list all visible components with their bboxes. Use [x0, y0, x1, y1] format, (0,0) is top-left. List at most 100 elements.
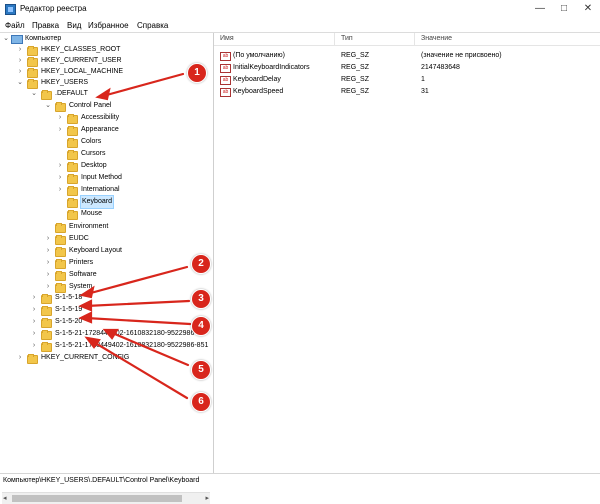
status-bar: Компьютер\HKEY_USERS\.DEFAULT\Control Pa…	[0, 473, 600, 489]
tree-node-label: Colors	[81, 138, 102, 145]
folder-icon	[67, 174, 78, 184]
expand-chevron-icon[interactable]: ›	[57, 112, 63, 124]
folder-icon	[41, 318, 52, 328]
expand-chevron-icon[interactable]: ›	[57, 160, 63, 172]
value-row[interactable]: ab InitialKeyboardIndicators REG_SZ 2147…	[214, 62, 600, 74]
expand-chevron-icon[interactable]: ›	[57, 124, 63, 136]
annotation-badge-1: 1	[187, 63, 207, 83]
folder-icon	[67, 210, 78, 220]
registry-tree[interactable]: ⌄ Компьютер › HKEY_CLASSES_ROOT › HKEY_CUR…	[0, 33, 214, 504]
expand-chevron-icon[interactable]	[57, 136, 63, 148]
tree-node-label: Mouse	[81, 210, 103, 217]
tree-node-label: Control Panel	[69, 102, 112, 109]
collapse-chevron-icon[interactable]: ⌄	[45, 100, 51, 112]
tree-node-label: Appearance	[81, 126, 119, 133]
tree-node-label: Keyboard Layout	[69, 247, 122, 254]
folder-icon	[67, 138, 78, 148]
tree-node-label: Software	[69, 271, 97, 278]
string-value-icon: ab	[220, 64, 231, 73]
expand-chevron-icon[interactable]: ›	[45, 281, 51, 293]
expand-chevron-icon[interactable]	[57, 196, 63, 208]
column-divider[interactable]	[334, 33, 335, 45]
registry-path: Компьютер\HKEY_USERS\.DEFAULT\Control Pa…	[3, 477, 200, 484]
value-name: (По умолчанию)	[233, 52, 286, 59]
tree-node-label: S-1-5-21-1728449402-1610832180-9522986-8…	[55, 342, 209, 349]
expand-chevron-icon[interactable]: ›	[17, 352, 23, 364]
collapse-chevron-icon[interactable]: ⌄	[3, 33, 9, 45]
folder-icon	[55, 102, 66, 112]
folder-icon	[41, 294, 52, 304]
scroll-left-arrow-icon[interactable]: ◂	[3, 493, 7, 504]
folder-icon	[67, 162, 78, 172]
minimize-button[interactable]: —	[528, 0, 552, 18]
folder-icon	[55, 259, 66, 269]
folder-icon	[67, 126, 78, 136]
menu-favorites[interactable]: Избранное	[88, 21, 129, 30]
menu-edit[interactable]: Правка	[32, 21, 59, 30]
folder-icon	[27, 354, 38, 364]
registry-editor-icon	[5, 4, 16, 15]
folder-icon	[67, 150, 78, 160]
registry-editor-window: Редактор реестра — □ ✕ Файл Правка Вид И…	[0, 0, 600, 504]
tree-node-label: Input Method	[81, 174, 122, 181]
close-button[interactable]: ✕	[576, 0, 600, 18]
folder-icon	[41, 306, 52, 316]
column-name-header[interactable]: Имя	[220, 35, 234, 42]
expand-chevron-icon[interactable]: ›	[45, 269, 51, 281]
folder-icon	[55, 235, 66, 245]
scroll-right-arrow-icon[interactable]: ▸	[205, 493, 209, 504]
window-title: Редактор реестра	[20, 4, 87, 13]
menu-file[interactable]: Файл	[5, 21, 25, 30]
collapse-chevron-icon[interactable]: ⌄	[17, 77, 23, 89]
value-type: REG_SZ	[341, 52, 370, 59]
folder-icon	[27, 68, 38, 78]
menu-help[interactable]: Справка	[137, 21, 168, 30]
tree-node-label: Cursors	[81, 150, 106, 157]
annotation-badge-6: 6	[191, 392, 211, 412]
expand-chevron-icon[interactable]: ›	[31, 304, 37, 316]
value-name: KeyboardSpeed	[233, 88, 284, 95]
expand-chevron-icon[interactable]	[57, 208, 63, 220]
expand-chevron-icon[interactable]: ›	[45, 245, 51, 257]
expand-chevron-icon[interactable]: ›	[31, 316, 37, 328]
expand-chevron-icon[interactable]: ›	[57, 184, 63, 196]
column-value-header[interactable]: Значение	[421, 35, 452, 42]
value-row[interactable]: ab (По умолчанию) REG_SZ (значение не пр…	[214, 50, 600, 62]
computer-icon	[11, 35, 23, 44]
expand-chevron-icon[interactable]: ›	[31, 328, 37, 340]
value-row[interactable]: ab KeyboardDelay REG_SZ 1	[214, 74, 600, 86]
expand-chevron-icon[interactable]	[57, 148, 63, 160]
value-name: KeyboardDelay	[233, 76, 281, 83]
value-data: (значение не присвоено)	[421, 52, 502, 59]
menu-view[interactable]: Вид	[67, 21, 81, 30]
value-type: REG_SZ	[341, 88, 370, 95]
maximize-button[interactable]: □	[552, 0, 576, 18]
folder-icon	[41, 330, 52, 340]
values-list[interactable]: Имя Тип Значение ab (По умолчанию) REG_S…	[214, 33, 600, 473]
expand-chevron-icon[interactable]: ›	[31, 340, 37, 352]
expand-chevron-icon[interactable]: ›	[31, 292, 37, 304]
collapse-chevron-icon[interactable]: ⌄	[31, 88, 37, 100]
tree-node-label: S-1-5-18	[55, 294, 83, 301]
title-bar[interactable]: Редактор реестра — □ ✕	[0, 0, 600, 19]
value-type: REG_SZ	[341, 64, 370, 71]
folder-icon	[55, 271, 66, 281]
value-data: 2147483648	[421, 64, 460, 71]
tree-node-label: S-1-5-19	[55, 306, 83, 313]
tree-node-label: .DEFAULT	[55, 90, 88, 97]
annotation-badge-4: 4	[191, 316, 211, 336]
tree-node-label: Accessibility	[81, 114, 120, 121]
value-row[interactable]: ab KeyboardSpeed REG_SZ 31	[214, 86, 600, 98]
menu-bar: Файл Правка Вид Избранное Справка	[0, 18, 600, 33]
expand-chevron-icon[interactable]: ›	[57, 172, 63, 184]
expand-chevron-icon[interactable]	[45, 221, 51, 233]
folder-icon	[41, 342, 52, 352]
column-type-header[interactable]: Тип	[341, 35, 353, 42]
column-divider[interactable]	[414, 33, 415, 45]
tree-node-label: Environment	[69, 223, 109, 230]
scrollbar-thumb[interactable]	[12, 495, 182, 502]
tree-horizontal-scrollbar[interactable]: ◂ ▸	[2, 492, 210, 504]
expand-chevron-icon[interactable]: ›	[45, 257, 51, 269]
expand-chevron-icon[interactable]: ›	[45, 233, 51, 245]
values-header: Имя Тип Значение	[214, 33, 600, 46]
